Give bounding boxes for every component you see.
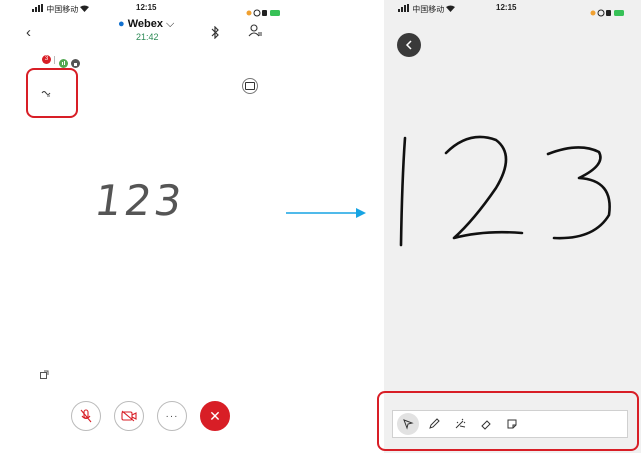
whiteboard-canvas[interactable]: 123	[384, 60, 641, 390]
right-phone-screen: 中国移动 12:15 123	[384, 0, 641, 453]
signal-icon	[398, 4, 410, 14]
video-button[interactable]	[114, 401, 144, 431]
window-icon	[245, 82, 255, 90]
carrier-label: 中国移动	[46, 5, 79, 14]
chevron-down-icon: ⌵	[166, 18, 175, 30]
more-button[interactable]: ···	[157, 401, 187, 431]
end-call-button[interactable]: ✕	[200, 401, 230, 431]
left-phone-screen: 中国移动 12:15 ‹ ● Webex ⌵ 21:42 3 123 ··· ✕	[18, 0, 290, 453]
transition-arrow	[286, 206, 368, 225]
pip-button[interactable]	[242, 78, 258, 94]
annotate-icon[interactable]	[41, 84, 51, 102]
toolbar-highlight	[377, 391, 639, 451]
mic-muted-icon	[80, 409, 92, 423]
end-call-icon: ✕	[209, 407, 221, 424]
back-button[interactable]: ‹	[26, 24, 31, 41]
participants-icon[interactable]	[248, 24, 262, 43]
status-time: 12:15	[136, 3, 157, 12]
divider	[54, 56, 55, 64]
bluetooth-icon[interactable]	[210, 25, 220, 44]
meeting-timer: 21:42	[136, 32, 159, 42]
more-icon: ···	[165, 410, 179, 422]
wifi-icon	[446, 5, 456, 14]
signal-icon	[32, 4, 44, 14]
status-time: 12:15	[496, 3, 517, 12]
wifi-icon	[80, 5, 90, 14]
status-bar: 中国移动	[32, 4, 90, 15]
share-icon[interactable]	[40, 366, 49, 384]
meeting-title[interactable]: ● Webex ⌵	[118, 18, 174, 31]
camera-off-icon	[121, 410, 137, 422]
chevron-left-icon	[405, 40, 412, 50]
status-indicators	[590, 4, 624, 22]
carrier-label: 中国移动	[412, 5, 445, 14]
back-button[interactable]	[397, 33, 421, 57]
mute-button[interactable]	[71, 401, 101, 431]
shared-whiteboard-text: 123	[91, 176, 188, 225]
record-badge: 3	[42, 55, 51, 64]
status-bar: 中国移动	[398, 4, 456, 15]
status-indicators	[246, 4, 280, 22]
shield-icon: ●	[118, 18, 125, 30]
handwriting-strokes	[399, 135, 611, 247]
annotate-highlight	[26, 68, 78, 118]
